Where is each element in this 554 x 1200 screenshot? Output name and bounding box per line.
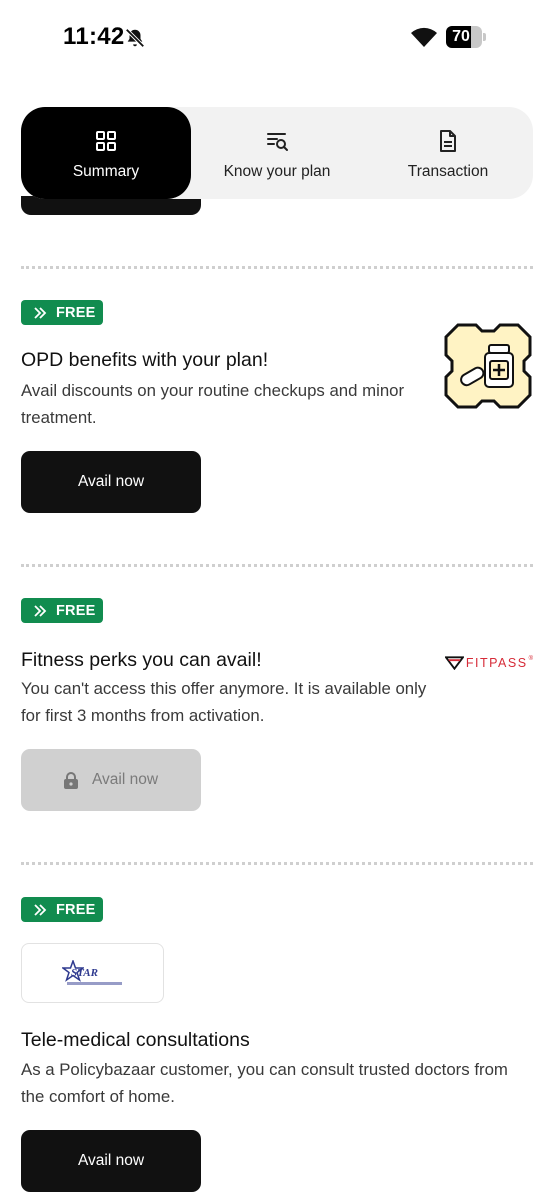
- opd-card-title: OPD benefits with your plan!: [21, 349, 269, 371]
- status-time: 11:42: [63, 23, 125, 50]
- divider: [21, 266, 533, 269]
- tab-summary-label: Summary: [72, 163, 140, 180]
- divider: [21, 564, 533, 567]
- double-chevron-right-icon: [34, 604, 47, 617]
- battery-icon: 70: [446, 26, 486, 48]
- double-chevron-right-icon: [34, 306, 47, 319]
- badge-label: FREE: [56, 602, 96, 619]
- bell-off-icon: [125, 28, 145, 48]
- star-health-logo: STAR: [21, 943, 164, 1003]
- tab-know-your-plan[interactable]: Know your plan: [192, 107, 362, 199]
- opd-avail-now-button[interactable]: Avail now: [21, 451, 201, 513]
- status-bar: 11:42 70: [0, 0, 554, 76]
- divider: [21, 862, 533, 865]
- logo-tagline-line: [67, 982, 122, 985]
- medicine-bottle-illustration: [444, 323, 532, 409]
- tab-transaction[interactable]: Transaction: [363, 107, 533, 199]
- wifi-icon: [411, 27, 437, 47]
- lock-icon: [63, 771, 78, 789]
- tab-bar: Summary Know your plan Transaction: [21, 107, 533, 199]
- opd-card-description: Avail discounts on your routine checkups…: [21, 381, 405, 427]
- telemedical-card-description: As a Policybazaar customer, you can cons…: [21, 1060, 508, 1106]
- tab-know-your-plan-label: Know your plan: [223, 163, 331, 180]
- battery-percent: 70: [452, 28, 470, 45]
- badge-label: FREE: [56, 901, 96, 918]
- fitpass-mark-icon: [445, 656, 464, 670]
- grid-icon: [96, 131, 116, 151]
- fitpass-registered-mark: ®: [528, 656, 533, 662]
- telemedical-card-title: Tele-medical consultations: [21, 1029, 250, 1051]
- tab-summary[interactable]: Summary: [21, 107, 191, 199]
- list-search-icon: [267, 133, 288, 151]
- tab-transaction-label: Transaction: [407, 163, 489, 180]
- fitness-card-title: Fitness perks you can avail!: [21, 649, 262, 671]
- star-wordmark: STAR: [71, 967, 98, 979]
- badge-label: FREE: [56, 304, 96, 321]
- fitpass-logo: FITPASS ®: [445, 654, 533, 672]
- fitness-card-description: You can't access this offer anymore. It …: [21, 679, 427, 725]
- free-badge: FREE: [21, 598, 103, 623]
- free-badge: FREE: [21, 897, 103, 922]
- fitness-button-label: Avail now: [91, 771, 159, 788]
- document-icon: [440, 130, 456, 152]
- free-badge: FREE: [21, 300, 103, 325]
- fitpass-wordmark: FITPASS: [465, 656, 528, 670]
- double-chevron-right-icon: [34, 903, 47, 916]
- telemedical-avail-now-button[interactable]: Avail now: [21, 1130, 201, 1192]
- fitness-avail-now-button-disabled: Avail now: [21, 749, 201, 811]
